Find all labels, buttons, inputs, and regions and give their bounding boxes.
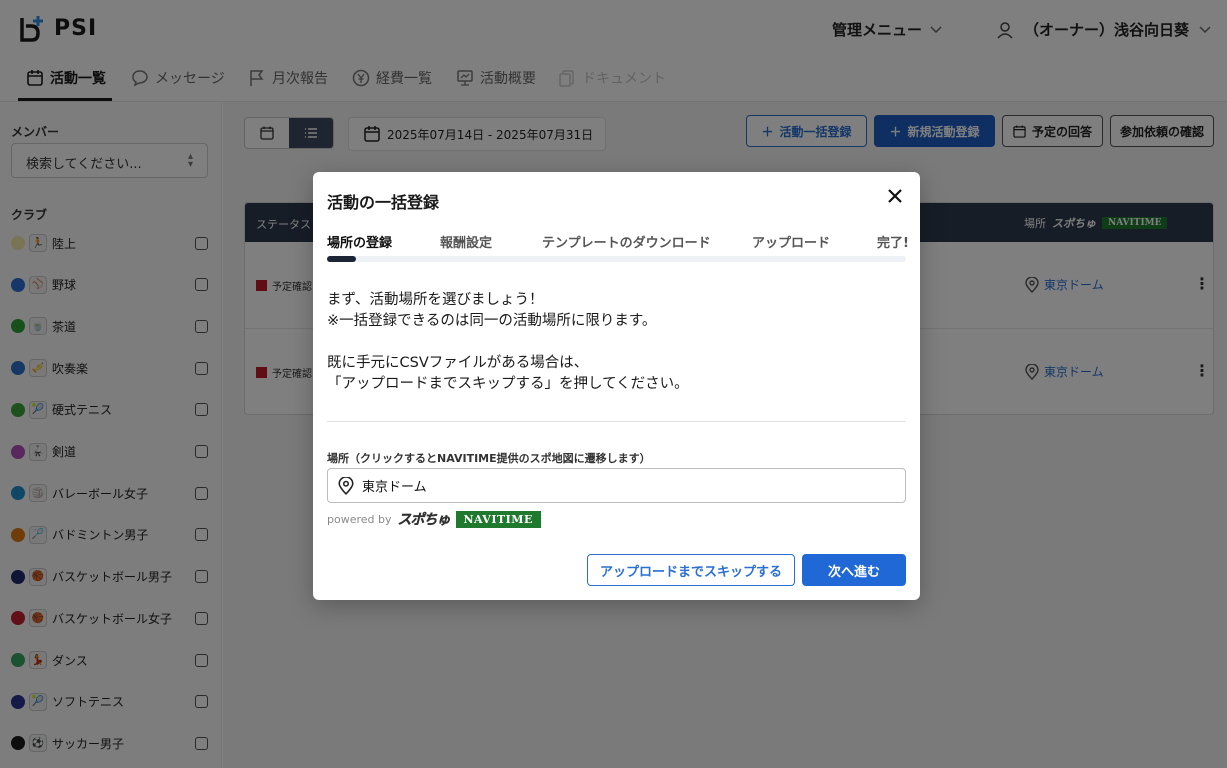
instruction-line: 「アップロードまでスキップする」を押してください。: [327, 376, 689, 392]
next-button[interactable]: 次へ進む: [802, 554, 906, 586]
step-progress-bar: [327, 256, 906, 262]
supo-logo: スポちゅ: [397, 512, 450, 528]
instruction-line: まず、活動場所を選びましょう！: [327, 292, 544, 308]
instruction-line: [327, 332, 689, 353]
step-template-download: テンプレートのダウンロード: [542, 236, 711, 251]
powered-by-text: powered by: [327, 512, 392, 526]
instruction-line: ※一括登録できるのは同一の活動場所に限ります。: [327, 313, 657, 329]
skip-to-upload-button[interactable]: アップロードまでスキップする: [587, 554, 795, 586]
step-complete: 完了!: [877, 236, 909, 251]
instruction-line: 既に手元にCSVファイルがある場合は、: [327, 355, 589, 371]
map-pin-icon: [338, 476, 354, 495]
navitime-logo: NAVITIME: [455, 510, 541, 528]
step-reward-settings: 報酬設定: [440, 236, 493, 251]
step-progress-fill: [327, 256, 356, 262]
divider: [327, 421, 906, 422]
place-field[interactable]: [327, 468, 906, 503]
modal-instructions: まず、活動場所を選びましょう！ ※一括登録できるのは同一の活動場所に限ります。 …: [327, 290, 689, 395]
modal-title: 活動の一括登録: [327, 193, 440, 212]
powered-by: powered by スポちゅ NAVITIME: [327, 509, 541, 529]
place-input[interactable]: [362, 478, 882, 493]
bulk-register-modal: 活動の一括登録 場所の登録 報酬設定 テンプレートのダウンロード アップロード …: [313, 172, 920, 600]
place-field-label: 場所（クリックするとNAVITIME提供のスポ地図に遷移します）: [327, 452, 651, 465]
step-place-registration: 場所の登録: [327, 236, 393, 251]
close-icon[interactable]: [883, 184, 907, 208]
step-upload: アップロード: [752, 236, 831, 251]
